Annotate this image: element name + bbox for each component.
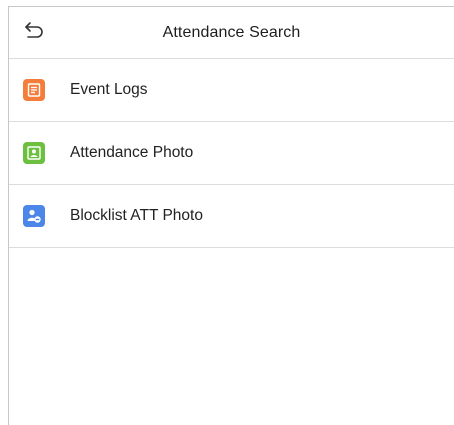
attendance-search-screen: Attendance Search Event Logs Attendance … xyxy=(0,0,454,425)
photo-portrait-icon xyxy=(23,142,45,164)
menu-list: Event Logs Attendance Photo Blocklist AT… xyxy=(9,59,454,248)
menu-item-attendance-photo[interactable]: Attendance Photo xyxy=(9,122,454,185)
menu-item-event-logs[interactable]: Event Logs xyxy=(9,59,454,122)
menu-item-label: Event Logs xyxy=(70,81,148,98)
menu-item-blocklist-att-photo[interactable]: Blocklist ATT Photo xyxy=(9,185,454,248)
menu-item-label: Blocklist ATT Photo xyxy=(70,207,203,224)
back-arrow-icon xyxy=(24,21,44,44)
document-icon xyxy=(23,79,45,101)
page-title: Attendance Search xyxy=(162,23,301,41)
header-bar: Attendance Search xyxy=(9,7,454,59)
user-block-icon xyxy=(23,205,45,227)
menu-item-label: Attendance Photo xyxy=(70,144,194,161)
back-button[interactable] xyxy=(21,19,47,45)
